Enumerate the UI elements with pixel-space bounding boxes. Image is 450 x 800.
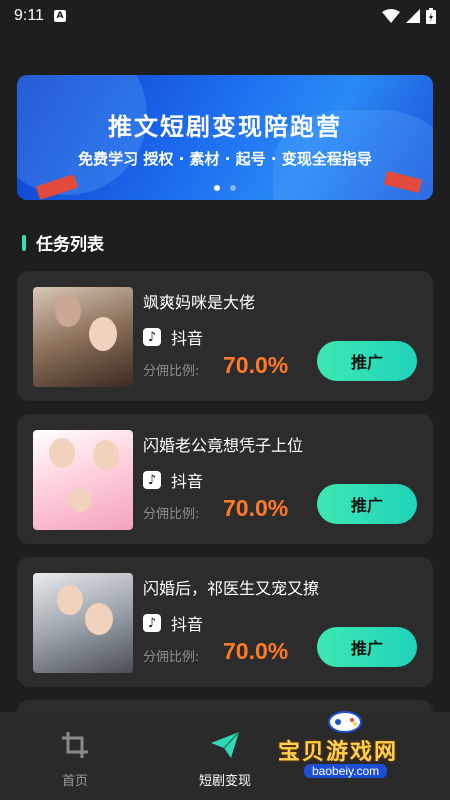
banner-subtitle: 免费学习 授权 · 素材 · 起号 · 变现全程指导: [78, 150, 372, 168]
wifi-icon: [382, 9, 400, 23]
commission-ratio-label: 分佣比例:: [143, 507, 200, 522]
promote-button[interactable]: 推广: [317, 627, 417, 667]
banner-dot-active[interactable]: [214, 185, 220, 191]
drama-title: 飒爽妈咪是大佬: [143, 293, 256, 312]
battery-icon: [426, 8, 436, 24]
promote-button[interactable]: 推广: [317, 484, 417, 524]
banner-title: 推文短剧变现陪跑营: [108, 113, 342, 141]
banner-dot[interactable]: [230, 185, 236, 191]
watermark-text: 宝贝游戏网: [278, 740, 399, 765]
watermark-url: baobeiy.com: [304, 764, 388, 778]
platform-row: ♪ 抖音: [143, 468, 203, 492]
platform-name: 抖音: [171, 329, 204, 348]
task-card[interactable]: 飒爽妈咪是大佬 ♪ 抖音 分佣比例: 70.0% 推广: [17, 271, 433, 401]
section-accent-bar: [22, 234, 26, 251]
nav-label-drama-monetize: 短剧变现: [198, 774, 251, 789]
task-card[interactable]: 闪婚老公竟想凭子上位 ♪ 抖音 分佣比例: 70.0% 推广: [17, 414, 433, 544]
tiktok-icon: ♪: [143, 471, 161, 489]
commission-ratio-value: 70.0%: [223, 495, 289, 521]
site-watermark: 宝贝游戏网 baobeiy.com: [272, 706, 442, 786]
task-card[interactable]: 闪婚后，祁医生又宠又撩 ♪ 抖音 分佣比例: 70.0% 推广: [17, 557, 433, 687]
status-time: 9:11: [14, 7, 44, 24]
platform-name: 抖音: [171, 472, 204, 491]
task-list-header: 任务列表: [22, 230, 104, 255]
platform-row: ♪ 抖音: [143, 325, 203, 349]
commission-ratio-label: 分佣比例:: [143, 650, 200, 665]
commission-ratio-value: 70.0%: [223, 638, 289, 664]
status-bar: 9:11 A: [0, 0, 450, 32]
status-icons: [382, 8, 436, 24]
tiktok-icon: ♪: [143, 614, 161, 632]
drama-poster-3: [33, 573, 133, 673]
platform-name: 抖音: [171, 615, 204, 634]
platform-row: ♪ 抖音: [143, 611, 203, 635]
banner-pagination: [17, 185, 433, 191]
drama-poster-1: [33, 287, 133, 387]
tiktok-icon: ♪: [143, 328, 161, 346]
signal-icon: [406, 9, 420, 23]
notification-icon: A: [53, 10, 66, 22]
drama-title: 闪婚后，祁医生又宠又撩: [143, 579, 320, 598]
nav-label-home: 首页: [61, 774, 88, 789]
drama-poster-2: [33, 430, 133, 530]
commission-ratio-value: 70.0%: [223, 352, 289, 378]
promo-banner[interactable]: 推文短剧变现陪跑营 免费学习 授权 · 素材 · 起号 · 变现全程指导: [17, 75, 433, 200]
commission-ratio-label: 分佣比例:: [143, 364, 200, 379]
promote-button[interactable]: 推广: [317, 341, 417, 381]
section-title: 任务列表: [36, 235, 104, 255]
game-controller-icon: [328, 711, 362, 733]
crop-icon: [62, 732, 88, 758]
paper-plane-icon: [211, 731, 240, 758]
nav-item-home[interactable]: 首页: [0, 712, 150, 800]
drama-title: 闪婚老公竟想凭子上位: [143, 436, 304, 455]
